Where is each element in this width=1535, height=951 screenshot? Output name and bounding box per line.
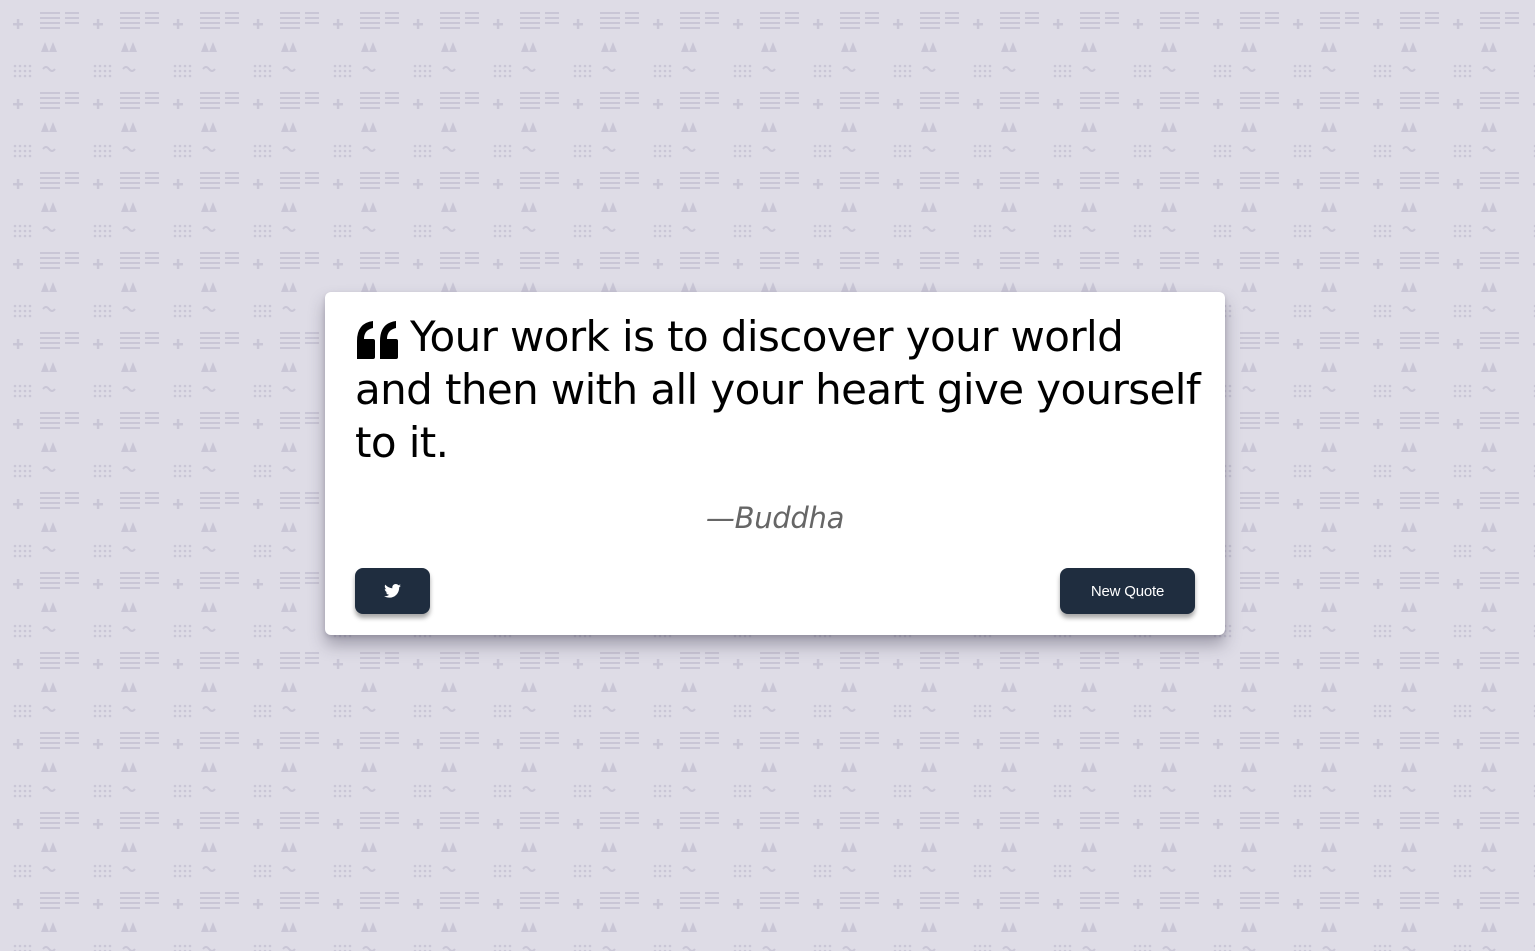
tweet-button[interactable] bbox=[355, 568, 430, 614]
quote-card: Your work is to discover your world and … bbox=[325, 292, 1225, 635]
new-quote-button[interactable]: New Quote bbox=[1060, 568, 1195, 614]
quote-author: —Buddha bbox=[705, 501, 845, 535]
quote-text: Your work is to discover your world and … bbox=[355, 312, 1201, 467]
twitter-icon bbox=[384, 584, 401, 598]
